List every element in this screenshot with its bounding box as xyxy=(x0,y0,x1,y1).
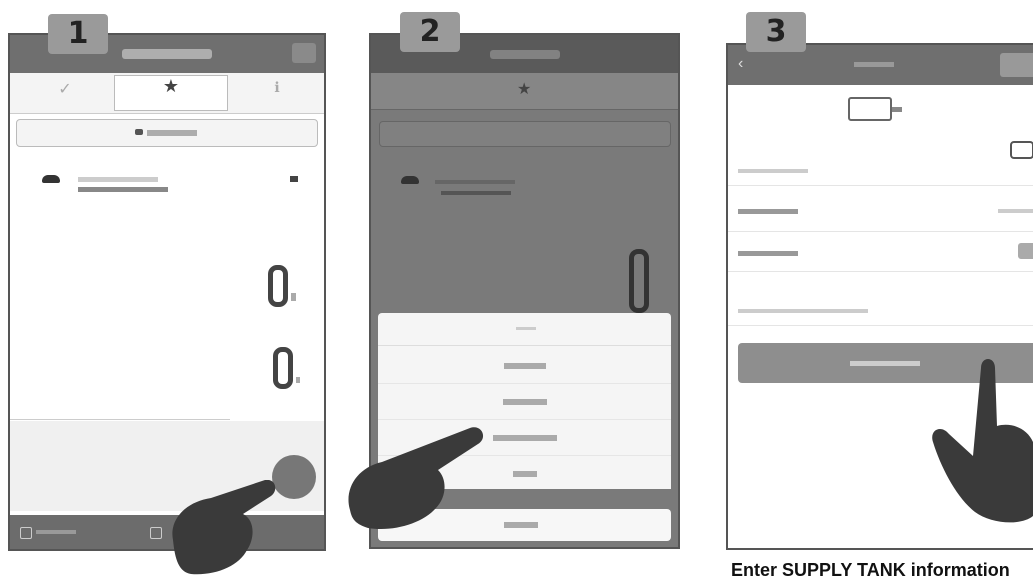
title-blurred xyxy=(854,62,894,67)
device-label-blurred xyxy=(147,130,197,136)
menu-item-remove[interactable] xyxy=(378,383,671,420)
app-title-dimmed xyxy=(489,49,560,59)
field-label-4-blurred xyxy=(738,309,868,313)
back-icon[interactable]: ‹ xyxy=(738,45,743,83)
caption: Enter SUPPLY TANK information xyxy=(731,560,1010,580)
step-badge-3: 3 xyxy=(746,12,806,52)
star-icon: ★ xyxy=(162,76,180,96)
unit-bottom xyxy=(296,377,300,383)
step-badge-2: 2 xyxy=(400,12,460,52)
tank-unit-blurred xyxy=(892,107,902,112)
submit-label-blurred xyxy=(850,361,920,366)
field-input-3[interactable] xyxy=(1018,243,1033,259)
info-icon: ℹ xyxy=(274,79,280,95)
field-label-3-blurred xyxy=(738,251,798,256)
pointing-hand-icon xyxy=(932,359,1033,523)
value-zero-top xyxy=(268,265,288,307)
device-name-blurred xyxy=(78,177,158,182)
tab-bar-dimmed: ★ xyxy=(371,73,678,110)
field-label-2-blurred xyxy=(738,209,798,214)
device-name-dimmed xyxy=(435,180,515,184)
menu-icon[interactable] xyxy=(292,43,316,63)
menu-item-tank-blurred xyxy=(512,470,537,477)
menu-item-view-trouble-blurred xyxy=(492,434,557,441)
status-dot-icon xyxy=(290,176,298,182)
save-button[interactable] xyxy=(1000,53,1033,77)
menu-item-remove-blurred xyxy=(502,398,547,405)
bottom-icon-left[interactable] xyxy=(20,527,32,539)
value-zero-dimmed xyxy=(629,249,649,313)
check-icon: ✓ xyxy=(58,81,72,98)
tab-favorites[interactable]: ★ xyxy=(114,75,228,111)
field-divider-2 xyxy=(728,231,1033,232)
tab-check[interactable]: ✓ xyxy=(30,79,100,109)
device-sub-blurred xyxy=(78,187,168,192)
field-label-1-blurred xyxy=(738,169,808,173)
menu-item-change-blurred xyxy=(503,362,546,369)
divider xyxy=(10,419,230,420)
device-button-dimmed xyxy=(379,121,671,147)
pointing-hand-icon xyxy=(172,480,276,575)
value-zero-bottom xyxy=(273,347,293,389)
star-icon-dimmed: ★ xyxy=(517,81,532,98)
device-icon xyxy=(135,129,143,135)
device-sub-dimmed xyxy=(441,191,511,195)
device-row[interactable] xyxy=(30,175,310,211)
step-badge-1: 1 xyxy=(48,14,108,54)
tank-level-readout xyxy=(848,97,892,121)
menu-item-change[interactable] xyxy=(378,347,671,384)
pointing-hand-icon xyxy=(348,427,484,530)
tank-icon xyxy=(1010,141,1033,159)
field-divider-3 xyxy=(728,271,1033,272)
bottom-label-blurred xyxy=(36,530,76,534)
tab-info[interactable]: ℹ xyxy=(242,79,312,109)
sheet-header xyxy=(378,313,671,346)
field-value-2-blurred xyxy=(998,209,1033,213)
field-divider-1 xyxy=(728,185,1033,186)
cancel-label-blurred xyxy=(504,522,538,528)
screen-1: ✓ ★ ℹ xyxy=(8,33,326,551)
app-title-blurred xyxy=(122,49,212,60)
sheet-title-blurred xyxy=(516,327,536,330)
device-button[interactable] xyxy=(16,119,318,147)
car-icon xyxy=(42,175,60,183)
tab-bar: ✓ ★ ℹ xyxy=(10,73,324,114)
unit-top xyxy=(291,293,296,301)
car-icon-dimmed xyxy=(401,176,419,184)
field-divider-4 xyxy=(728,325,1033,326)
